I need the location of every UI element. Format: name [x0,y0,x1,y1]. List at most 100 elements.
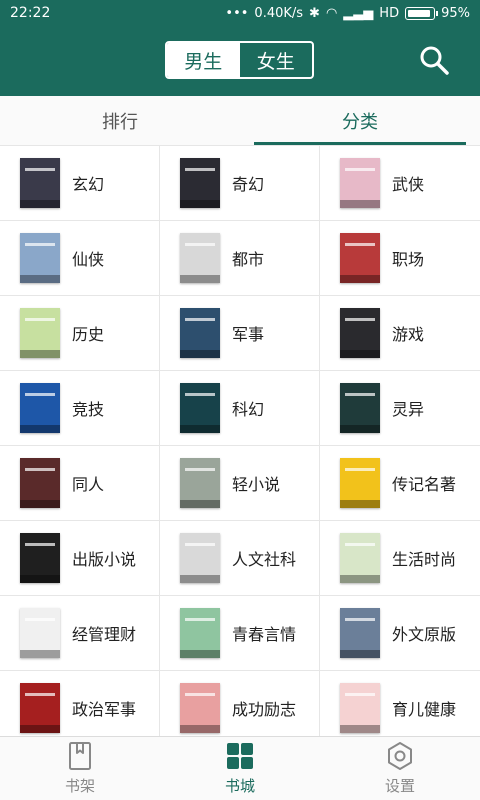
book-cover [340,308,380,358]
category-item[interactable]: 职场 [320,221,480,296]
category-label: 外文原版 [392,625,457,644]
bookshelf-icon [69,742,91,770]
category-item[interactable]: 青春言情 [160,596,320,671]
battery-icon [405,6,439,20]
wifi-icon: ◠ [325,5,338,21]
category-item[interactable]: 传记名著 [320,446,480,521]
category-item[interactable]: 外文原版 [320,596,480,671]
bookstore-icon [227,743,253,769]
tab-category-label: 分类 [342,111,378,133]
category-label: 同人 [72,475,105,494]
signal-icon: ▂▃▅ [343,5,374,21]
male-tab[interactable]: 男生 [167,43,240,77]
category-item[interactable]: 人文社科 [160,521,320,596]
category-item[interactable]: 竞技 [0,371,160,446]
book-cover [340,383,380,433]
book-cover [340,533,380,583]
nav-bookshelf-label: 书架 [64,777,95,795]
category-label: 经管理财 [72,625,137,644]
book-cover [20,683,60,733]
gender-toggle: 男生 女生 [165,41,314,79]
category-label: 武侠 [392,175,425,194]
book-cover [340,233,380,283]
book-cover [340,683,380,733]
category-item[interactable]: 游戏 [320,296,480,371]
category-item[interactable]: 政治军事 [0,671,160,736]
category-item[interactable]: 军事 [160,296,320,371]
category-label: 游戏 [392,325,425,344]
hd-label: HD [379,5,400,21]
nav-bookstore-label: 书城 [224,777,255,795]
book-cover [20,383,60,433]
bottom-nav: 书架 书城 设置 [0,736,480,800]
category-item[interactable]: 仙侠 [0,221,160,296]
book-cover [20,158,60,208]
network-speed: 0.40K/s [254,5,304,21]
category-item[interactable]: 武侠 [320,146,480,221]
category-label: 传记名著 [392,475,457,494]
category-item[interactable]: 都市 [160,221,320,296]
category-label: 奇幻 [232,175,265,194]
tab-ranking-label: 排行 [102,111,138,133]
book-cover [340,158,380,208]
status-bar: 22:22 ••• 0.40K/s ✱ ◠ ▂▃▅ HD 95% [0,0,480,26]
category-label: 灵异 [392,400,425,419]
book-cover [340,458,380,508]
category-label: 仙侠 [72,250,105,269]
book-cover [180,383,220,433]
tab-ranking[interactable]: 排行 [0,96,240,145]
book-cover [20,308,60,358]
book-cover [20,233,60,283]
tab-bar: 排行 分类 [0,96,480,146]
book-cover [20,608,60,658]
category-label: 成功励志 [232,700,297,719]
nav-settings-label: 设置 [384,777,415,795]
category-label: 竞技 [72,400,105,419]
category-label: 玄幻 [72,175,105,194]
category-item[interactable]: 出版小说 [0,521,160,596]
category-item[interactable]: 历史 [0,296,160,371]
category-item[interactable]: 生活时尚 [320,521,480,596]
category-label: 历史 [72,325,105,344]
category-item[interactable]: 成功励志 [160,671,320,736]
book-cover [180,233,220,283]
tab-category[interactable]: 分类 [240,96,480,145]
nav-settings[interactable]: 设置 [320,737,480,800]
app-bar: 男生 女生 [0,26,480,96]
status-right: ••• 0.40K/s ✱ ◠ ▂▃▅ HD 95% [225,6,470,21]
category-item[interactable]: 同人 [0,446,160,521]
category-grid: 玄幻 奇幻 武侠 仙侠 都市 职场 历史 军事 游戏 竞技 科幻 灵异 同人 轻… [0,146,480,736]
battery-percent: 95% [441,5,470,21]
status-dots: ••• [225,5,249,21]
book-cover [180,308,220,358]
category-item[interactable]: 奇幻 [160,146,320,221]
book-cover [20,458,60,508]
category-item[interactable]: 科幻 [160,371,320,446]
category-label: 职场 [392,250,425,269]
category-item[interactable]: 灵异 [320,371,480,446]
nav-bookshelf[interactable]: 书架 [0,737,160,800]
female-tab[interactable]: 女生 [240,43,313,77]
category-label: 育儿健康 [392,700,457,719]
search-icon[interactable] [418,44,450,76]
category-label: 政治军事 [72,700,137,719]
category-label: 出版小说 [72,550,137,569]
category-label: 科幻 [232,400,265,419]
category-label: 人文社科 [232,550,297,569]
nav-bookstore[interactable]: 书城 [160,737,320,800]
category-item[interactable]: 育儿健康 [320,671,480,736]
category-item[interactable]: 经管理财 [0,596,160,671]
settings-icon [388,742,412,770]
category-label: 轻小说 [232,475,281,494]
category-label: 青春言情 [232,625,297,644]
status-time: 22:22 [10,5,51,21]
category-label: 生活时尚 [392,550,457,569]
category-item[interactable]: 玄幻 [0,146,160,221]
book-cover [180,608,220,658]
category-label: 军事 [232,325,265,344]
bluetooth-icon: ✱ [309,5,320,21]
book-cover [180,458,220,508]
book-cover [180,158,220,208]
book-cover [180,533,220,583]
category-item[interactable]: 轻小说 [160,446,320,521]
